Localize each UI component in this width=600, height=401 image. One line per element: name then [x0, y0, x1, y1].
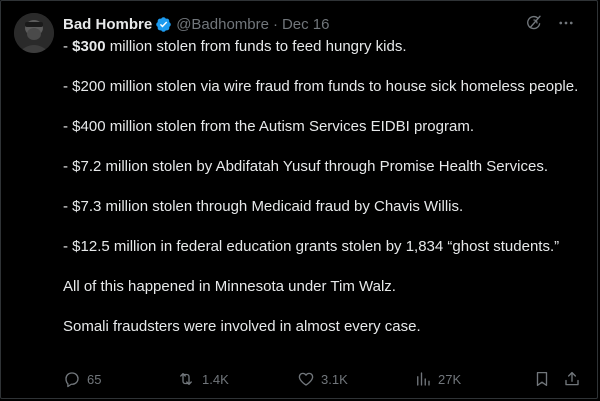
retweet-count: 1.4K: [202, 371, 229, 387]
tweet-card[interactable]: Bad Hombre @Badhombre · Dec 16 - $300 mi…: [0, 0, 598, 399]
tweet-text: - $300 million stolen from funds to feed…: [63, 37, 583, 357]
display-name[interactable]: Bad Hombre: [63, 16, 152, 33]
reply-count: 65: [87, 371, 102, 387]
reply-icon: [63, 370, 81, 388]
tweet-line-4: - $7.2 million stolen by Abdifatah Yusuf…: [63, 158, 548, 175]
tweet-line-5: - $7.3 million stolen through Medicaid f…: [63, 198, 464, 215]
bookmark-button[interactable]: [533, 370, 557, 388]
grok-icon[interactable]: [525, 14, 543, 32]
like-count: 3.1K: [321, 371, 348, 387]
bookmark-icon: [533, 370, 551, 388]
share-icon: [563, 370, 581, 388]
verified-badge-icon[interactable]: [155, 16, 172, 33]
views-icon: [414, 370, 432, 388]
views-button[interactable]: 27K: [414, 370, 461, 388]
tweet-actions: 65 1.4K 3.1K 27K: [63, 368, 583, 390]
tweet-line-6: - $12.5 million in federal education gra…: [63, 238, 560, 255]
tweet-line-8: Somali fraudsters were involved in almos…: [63, 318, 421, 335]
tweet-top-actions: [525, 14, 575, 32]
reply-button[interactable]: 65: [63, 370, 101, 388]
tweet-line-2: - $200 million stolen via wire fraud fro…: [63, 78, 579, 95]
heart-icon: [297, 370, 315, 388]
bold-amount: $300: [72, 38, 106, 55]
tweet-header: Bad Hombre @Badhombre · Dec 16: [63, 14, 330, 34]
share-button[interactable]: [563, 370, 587, 388]
tweet-line-7: All of this happened in Minnesota under …: [63, 278, 396, 295]
tweet-line-3: - $400 million stolen from the Autism Se…: [63, 118, 474, 135]
like-button[interactable]: 3.1K: [297, 370, 348, 388]
handle[interactable]: @Badhombre: [176, 16, 269, 33]
views-count: 27K: [438, 371, 462, 387]
tweet-date[interactable]: Dec 16: [282, 16, 330, 33]
avatar-image: [14, 13, 54, 53]
tweet-line-1: - $300 million stolen from funds to feed…: [63, 38, 407, 55]
avatar[interactable]: [14, 13, 54, 53]
separator-dot: ·: [272, 15, 278, 33]
retweet-icon: [176, 370, 196, 388]
more-icon[interactable]: [557, 14, 575, 32]
retweet-button[interactable]: 1.4K: [176, 370, 229, 388]
